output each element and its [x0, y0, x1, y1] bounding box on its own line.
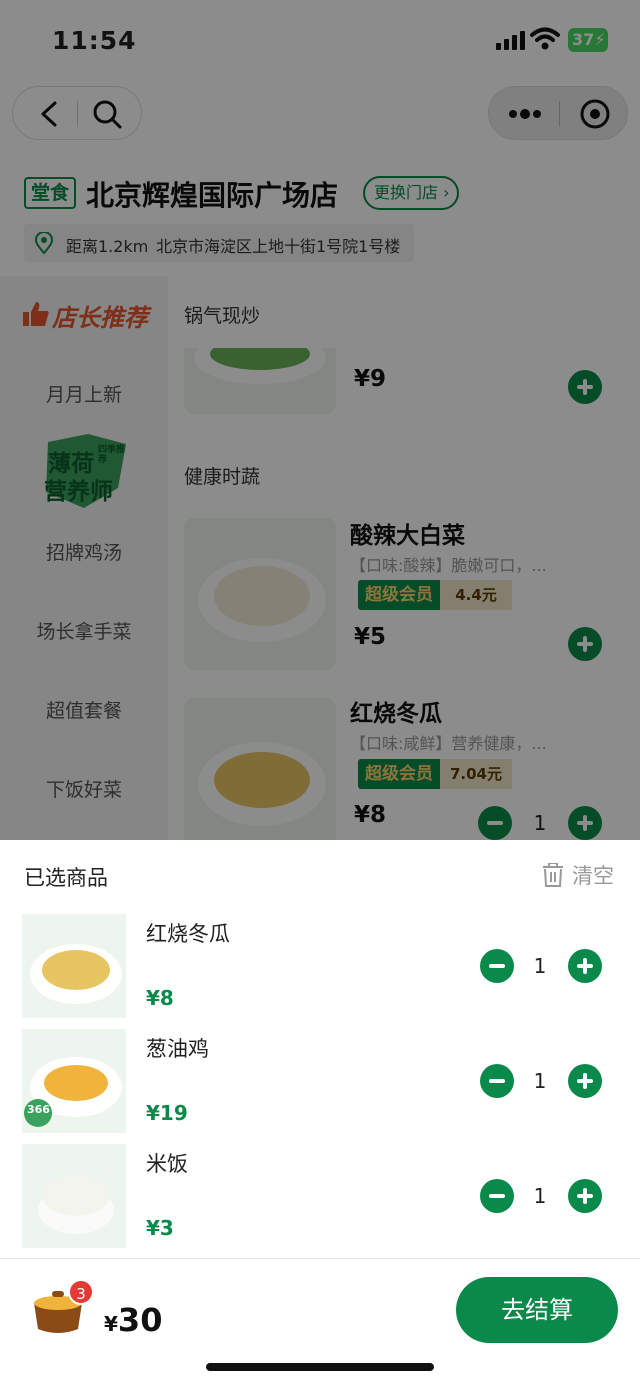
dim-overlay[interactable] [0, 0, 640, 840]
cart-item-price: ¥8 [146, 986, 174, 1010]
increase-button[interactable] [568, 949, 602, 983]
cart-total: ¥30 [104, 1301, 162, 1339]
increase-button[interactable] [568, 1064, 602, 1098]
cart-item: 366 葱油鸡 ¥19 1 [0, 1029, 640, 1133]
clear-cart-label: 清空 [572, 864, 614, 888]
rice-bowl-icon [38, 1176, 114, 1234]
decrease-button[interactable] [480, 949, 514, 983]
trash-icon [543, 863, 563, 887]
cart-title: 已选商品 [24, 866, 108, 890]
cart-item-name: 葱油鸡 [146, 1037, 209, 1061]
cart-item-quantity: 1 [533, 1069, 547, 1093]
cart-item-price: ¥3 [146, 1216, 174, 1240]
home-indicator [206, 1363, 434, 1371]
checkout-bar: 3 ¥30 去结算 [0, 1258, 640, 1385]
decrease-button[interactable] [480, 1064, 514, 1098]
currency-symbol: ¥ [104, 1312, 118, 1336]
cart-item-image: 366 [22, 1029, 126, 1133]
increase-button[interactable] [568, 1179, 602, 1213]
cart-item-name: 红烧冬瓜 [146, 922, 230, 946]
dish-plate-icon [24, 1057, 122, 1127]
cart-item-quantity: 1 [533, 1184, 547, 1208]
dish-plate-icon [30, 944, 122, 1004]
cart-sheet: 已选商品 清空 红烧冬瓜 ¥8 1 366 葱油鸡 ¥19 1 米饭 ¥3 1 [0, 840, 640, 1258]
calorie-tag: 366 [27, 1103, 50, 1116]
cart-item-image [22, 914, 126, 1018]
checkout-button[interactable]: 去结算 [456, 1277, 618, 1343]
cart-count-badge: 3 [68, 1279, 94, 1305]
cart-item-name: 米饭 [146, 1152, 188, 1176]
cart-item: 红烧冬瓜 ¥8 1 [0, 914, 640, 1018]
cart-item-quantity: 1 [533, 954, 547, 978]
cart-item-price: ¥19 [146, 1101, 188, 1125]
decrease-button[interactable] [480, 1179, 514, 1213]
total-amount: 30 [117, 1301, 163, 1339]
cart-item-image [22, 1144, 126, 1248]
cart-item: 米饭 ¥3 1 [0, 1144, 640, 1248]
